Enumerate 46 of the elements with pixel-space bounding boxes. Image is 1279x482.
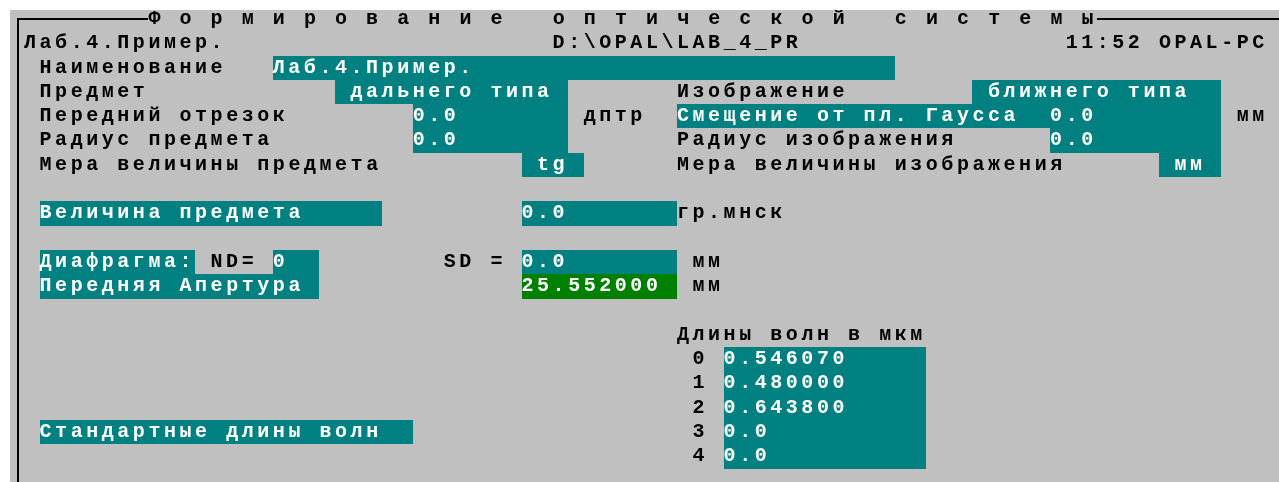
wavelength-field[interactable]: 0.0 bbox=[723, 420, 926, 445]
wavelength-field[interactable]: 0.643800 bbox=[723, 395, 926, 421]
value-field[interactable]: tg bbox=[521, 152, 584, 178]
field-label: Передний отрезок bbox=[39, 104, 289, 129]
field-label: Предмет bbox=[39, 79, 149, 105]
unit-label: дптр bbox=[583, 104, 646, 129]
value-field[interactable]: 0.0 bbox=[412, 128, 569, 153]
wavelength-field[interactable]: 0.480000 bbox=[723, 371, 926, 396]
field-label: Изображение bbox=[676, 79, 848, 105]
field-label[interactable]: Передняя Апертура bbox=[39, 274, 320, 299]
field-label: Радиус изображения bbox=[676, 128, 957, 153]
wavelength-index: 1 bbox=[692, 371, 709, 396]
unit-label: мм bbox=[1236, 104, 1268, 129]
wavelength-index: 3 bbox=[692, 420, 709, 445]
unit-label: мм bbox=[692, 249, 724, 275]
wavelength-field[interactable]: 0.0 bbox=[723, 444, 926, 469]
field-label[interactable]: Величина предмета bbox=[39, 201, 382, 226]
standard-wavelengths-button[interactable]: Стандартные длины волн bbox=[39, 420, 413, 445]
wavelength-index: 2 bbox=[692, 395, 709, 421]
unit-label: мм bbox=[692, 274, 724, 299]
field-label: Наименование bbox=[39, 55, 227, 80]
field-label: Радиус предмета bbox=[39, 128, 273, 153]
parameter-label: ND= bbox=[209, 249, 259, 275]
value-field[interactable]: 0.0 bbox=[1050, 128, 1222, 153]
wavelengths-heading: Длины волн в мкм bbox=[676, 322, 926, 348]
field-label: Мера величины изображения bbox=[676, 152, 1066, 178]
value-field[interactable]: 0.0 bbox=[412, 104, 569, 129]
file-path: D:\OPAL\LAB_4_PR bbox=[552, 31, 802, 56]
wavelength-index: 0 bbox=[692, 347, 709, 372]
field-label: SD = bbox=[443, 249, 506, 275]
unit-label: гр.мнск bbox=[676, 201, 786, 226]
field-label: Мера величины предмета bbox=[39, 152, 382, 178]
document-name: Лаб.4.Пример. bbox=[24, 31, 227, 56]
wavelength-index: 4 bbox=[692, 444, 709, 469]
value-field[interactable]: Лаб.4.Пример. bbox=[272, 55, 895, 80]
clock-host: 11:52 OPAL-PC bbox=[1065, 31, 1268, 56]
wavelength-field[interactable]: 0.546070 bbox=[723, 347, 926, 372]
value-field[interactable]: ближнего типа bbox=[972, 79, 1222, 105]
value-field[interactable]: 25.552000 bbox=[521, 274, 677, 299]
field-label[interactable]: Смещение от пл. Гаусса bbox=[676, 104, 1051, 129]
value-field[interactable]: 0.0 bbox=[521, 201, 677, 226]
value-field[interactable]: мм bbox=[1158, 152, 1222, 178]
value-field[interactable]: дальнего типа bbox=[334, 79, 569, 105]
value-field[interactable]: 0 bbox=[272, 249, 320, 275]
value-field[interactable]: 0.0 bbox=[521, 249, 677, 275]
value-field[interactable]: 0.0 bbox=[1050, 104, 1222, 129]
